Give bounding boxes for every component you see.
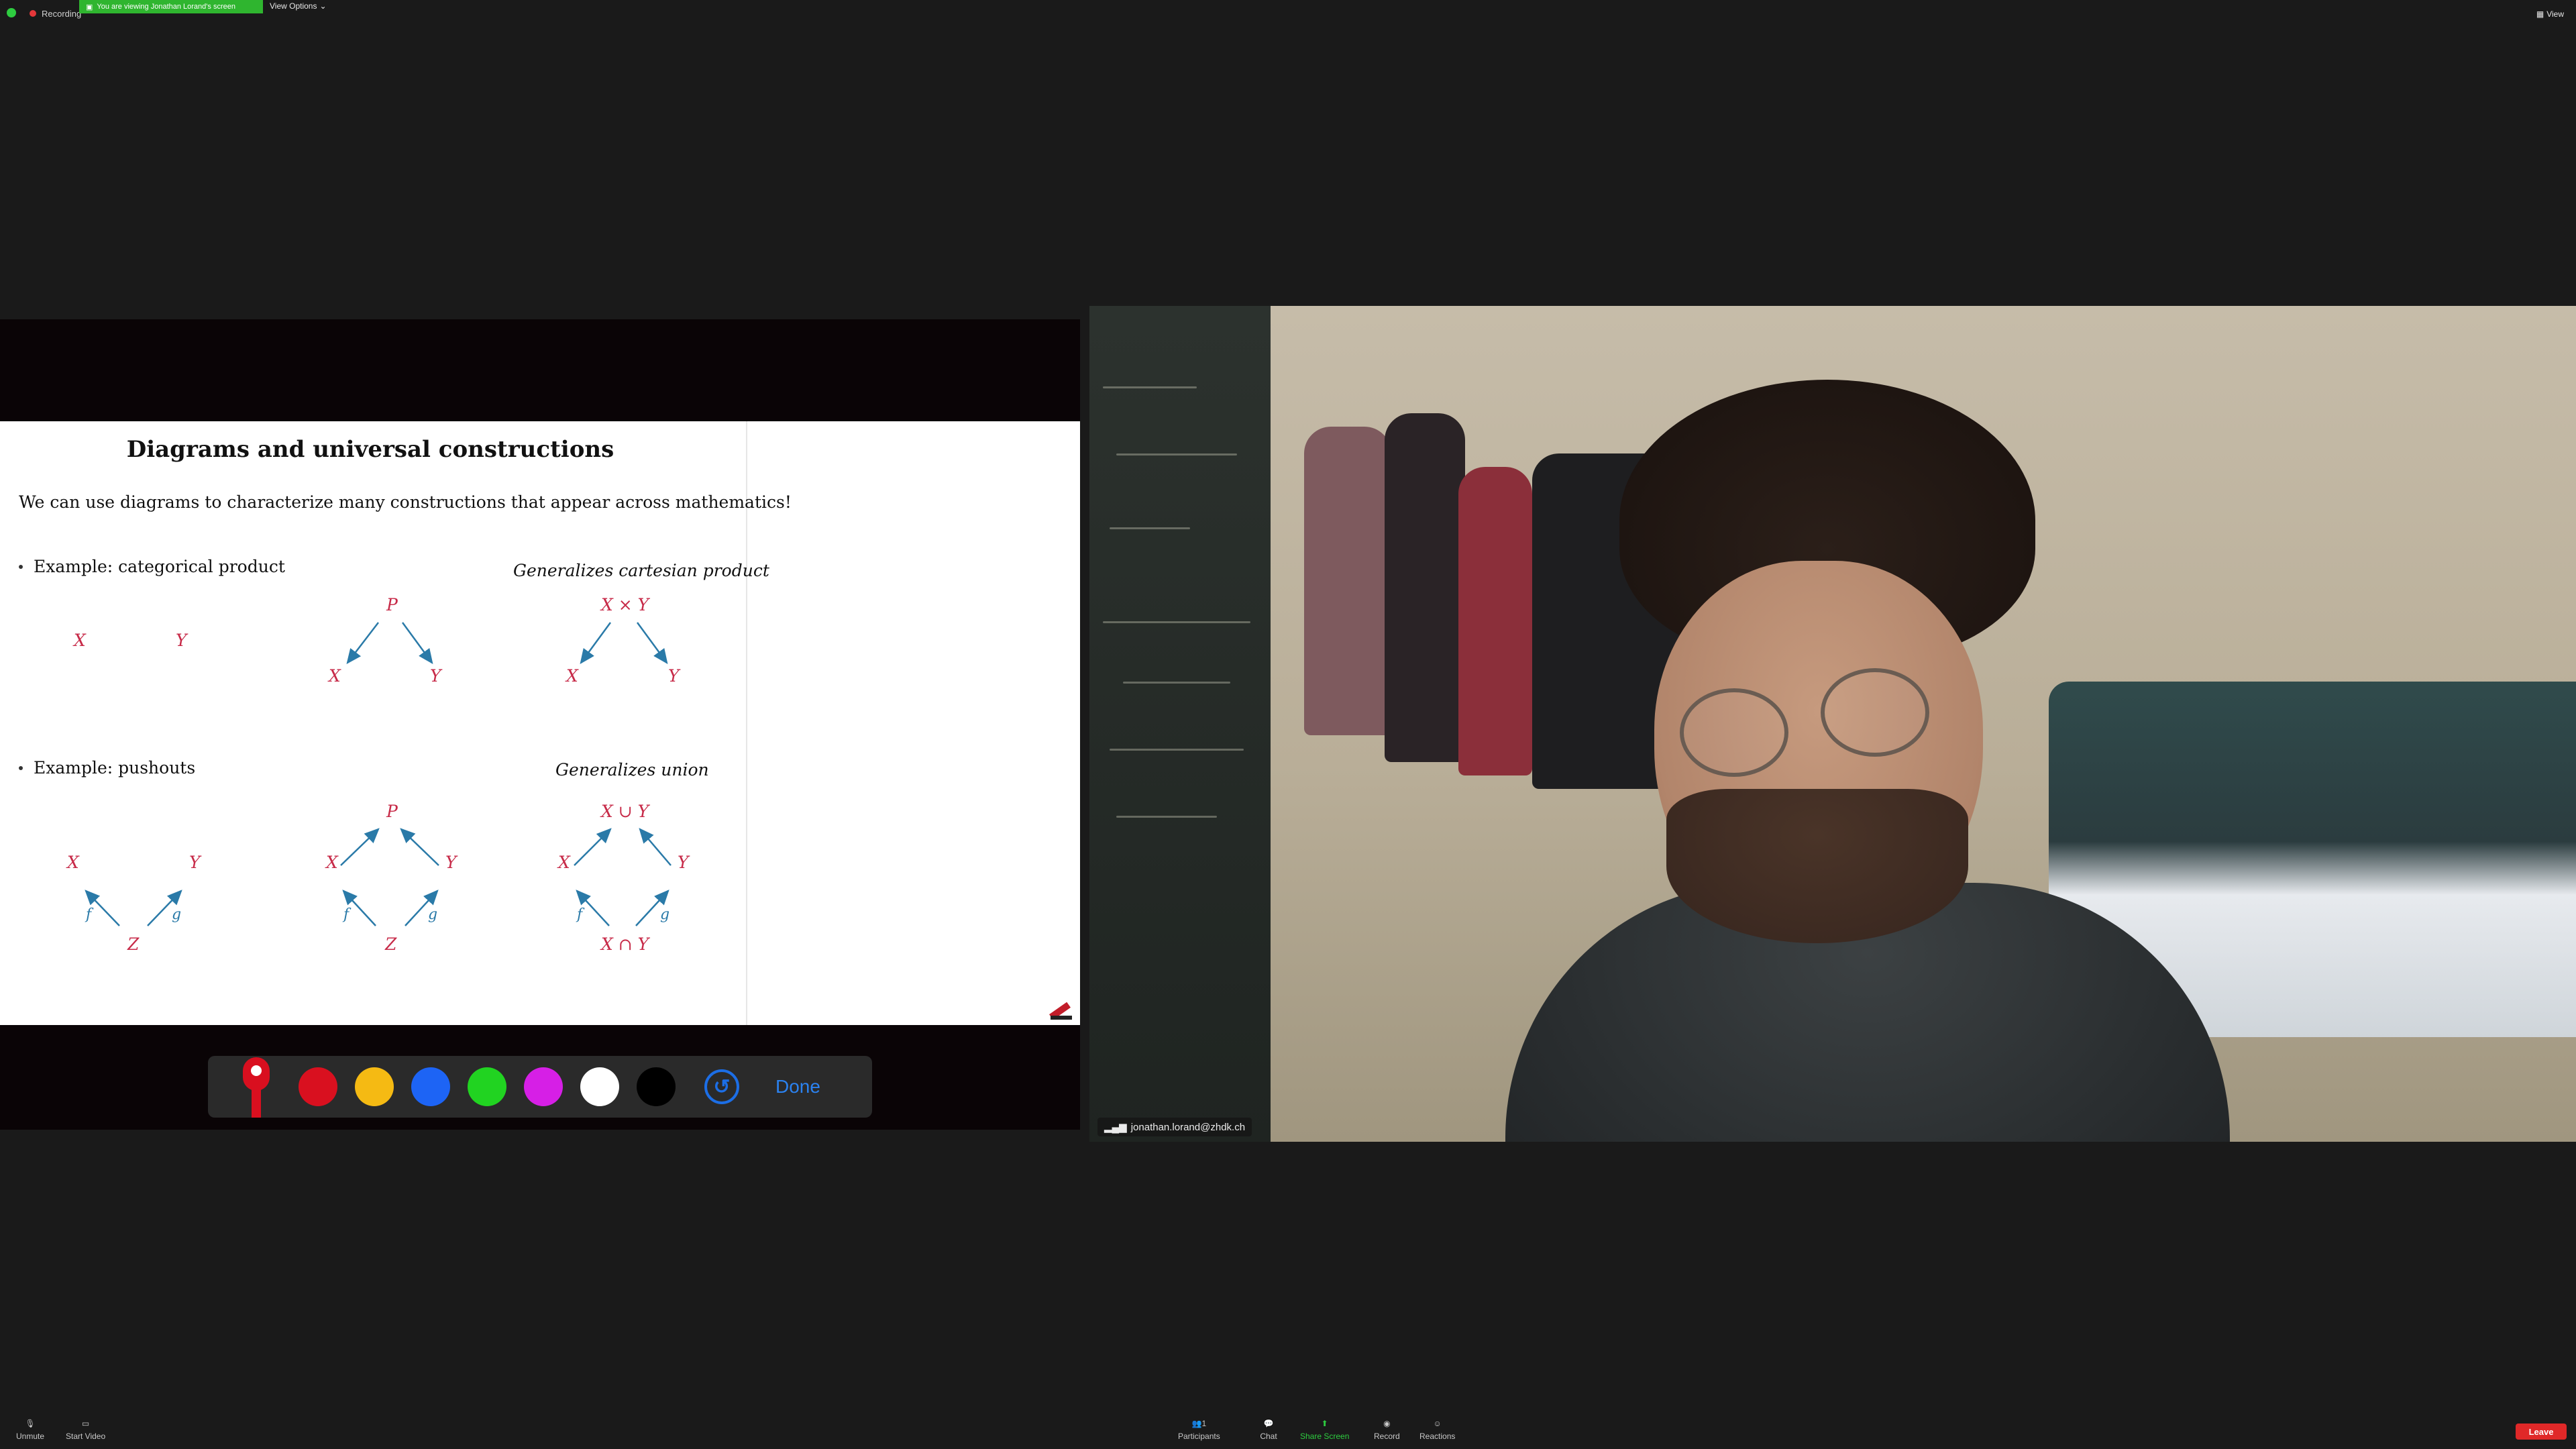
viewing-screen-banner: ▣ You are viewing Jonathan Lorand's scre… [79, 0, 263, 13]
arrow [636, 622, 668, 665]
symbol-g: g [660, 906, 669, 923]
share-screen-button[interactable]: ⬆ Share Screen [1300, 1417, 1349, 1441]
start-video-label: Start Video [66, 1432, 106, 1441]
symbol-g: g [428, 906, 437, 923]
symbol-x: X [557, 853, 571, 872]
symbol-x: X [327, 666, 341, 686]
record-label: Record [1374, 1432, 1400, 1441]
symbol-z: Z [384, 934, 397, 954]
color-white-swatch[interactable] [580, 1067, 619, 1106]
view-label: View [2546, 9, 2564, 19]
color-blue-swatch[interactable] [411, 1067, 450, 1106]
chat-icon: 💬 [1263, 1419, 1274, 1428]
person-beard [1666, 789, 1968, 943]
start-video-button[interactable]: ▭ Start Video [66, 1417, 105, 1441]
record-button[interactable]: ◉ Record [1374, 1417, 1400, 1441]
color-red-swatch[interactable] [299, 1067, 337, 1106]
viewing-banner-text: You are viewing Jonathan Lorand's screen [97, 3, 235, 11]
shared-screen-panel: Diagrams and universal constructions We … [0, 319, 1080, 1130]
symbol-x: X [325, 853, 339, 872]
arrow [340, 828, 380, 866]
participants-button[interactable]: 👥 1 Participants [1178, 1417, 1220, 1441]
annotation-toolbar: ↺ Done [208, 1056, 872, 1118]
symbol-x-union-y: X ∪ Y [600, 802, 651, 821]
participants-count: 1 [1201, 1419, 1207, 1428]
symbol-p: P [386, 595, 398, 614]
symbol-y: Y [176, 631, 189, 650]
symbol-x: X [72, 631, 87, 650]
recording-label: Recording [42, 8, 82, 19]
leave-button[interactable]: Leave [2516, 1424, 2567, 1440]
color-yellow-swatch[interactable] [355, 1067, 394, 1106]
slide-divider [746, 421, 747, 1025]
pen-tool[interactable] [231, 1056, 284, 1118]
chalkboard [1089, 306, 1271, 1142]
participants-label: Participants [1178, 1432, 1220, 1441]
presentation-slide: Diagrams and universal constructions We … [0, 421, 1080, 1025]
signal-bars-icon: ▂▄▆ [1104, 1122, 1127, 1133]
reactions-icon: ☺ [1433, 1419, 1442, 1428]
top-bar: Recording ▣ You are viewing Jonathan Lor… [0, 0, 2576, 20]
undo-button[interactable]: ↺ [704, 1069, 739, 1104]
screen-share-icon: ▣ [86, 3, 93, 11]
view-options-label: View Options [270, 1, 317, 11]
participant-video-tile[interactable]: ▂▄▆ jonathan.lorand@zhdk.ch [1089, 306, 2576, 1142]
security-shield-icon[interactable] [7, 8, 16, 17]
record-dot-icon [30, 10, 36, 17]
arrow [639, 828, 672, 866]
pen-dot-icon [251, 1065, 262, 1076]
glasses-right-lens [1821, 668, 1929, 757]
video-off-icon: ▭ [81, 1419, 90, 1428]
share-screen-label: Share Screen [1300, 1432, 1350, 1441]
microphone-muted-icon: 🎙 [25, 1419, 36, 1428]
chevron-down-icon: ⌄ [319, 1, 327, 11]
symbol-x-intersect-y: X ∩ Y [600, 934, 651, 954]
recording-indicator[interactable]: Recording [30, 7, 81, 20]
pen-stick [252, 1083, 261, 1118]
symbol-y: Y [445, 853, 458, 872]
reactions-button[interactable]: ☺ Reactions [1419, 1417, 1455, 1441]
chat-label: Chat [1260, 1432, 1277, 1441]
meeting-toolbar: 🎙 Unmute ▭ Start Video 👥 1 Participants … [0, 1413, 2576, 1449]
color-black-swatch[interactable] [637, 1067, 676, 1106]
symbol-y: Y [668, 666, 681, 686]
symbol-y: Y [189, 853, 202, 872]
participant-name-tag: ▂▄▆ jonathan.lorand@zhdk.ch [1097, 1118, 1252, 1136]
symbol-y: Y [430, 666, 443, 686]
symbol-p: P [386, 802, 398, 821]
symbol-x: X [66, 853, 80, 872]
symbol-g: g [172, 906, 181, 923]
chat-button[interactable]: 💬 Chat [1260, 1417, 1277, 1441]
unmute-label: Unmute [16, 1432, 45, 1441]
glasses-left-lens [1680, 688, 1788, 777]
arrow [346, 622, 379, 664]
arrow [574, 828, 612, 866]
reactions-label: Reactions [1419, 1432, 1456, 1441]
symbol-f: f [342, 906, 352, 923]
color-magenta-swatch[interactable] [524, 1067, 563, 1106]
undo-icon: ↺ [713, 1075, 731, 1098]
pen-cursor-icon [1049, 1002, 1072, 1020]
view-options-button[interactable]: View Options ⌄ [270, 1, 327, 11]
symbol-x-times-y: X × Y [600, 595, 651, 614]
unmute-button[interactable]: 🎙 Unmute [16, 1417, 44, 1441]
arrow [401, 622, 433, 665]
participants-icon: 👥 1 [1191, 1419, 1207, 1428]
symbol-x: X [565, 666, 579, 686]
record-icon: ◉ [1383, 1419, 1391, 1428]
share-screen-icon: ⬆ [1321, 1419, 1328, 1428]
symbol-f: f [576, 906, 585, 923]
participant-name: jonathan.lorand@zhdk.ch [1130, 1121, 1246, 1133]
color-green-swatch[interactable] [468, 1067, 506, 1106]
commutative-diagrams: X Y P X Y X × Y X Y X Y f g Z P X Y f g … [66, 595, 690, 954]
grid-view-icon: ▦ [2536, 9, 2544, 19]
symbol-y: Y [678, 853, 690, 872]
arrow [400, 828, 439, 866]
symbol-f: f [85, 906, 94, 923]
arrow [580, 622, 612, 665]
view-button[interactable]: ▦ View [2536, 9, 2564, 19]
symbol-z: Z [127, 934, 140, 954]
done-button[interactable]: Done [775, 1076, 820, 1097]
